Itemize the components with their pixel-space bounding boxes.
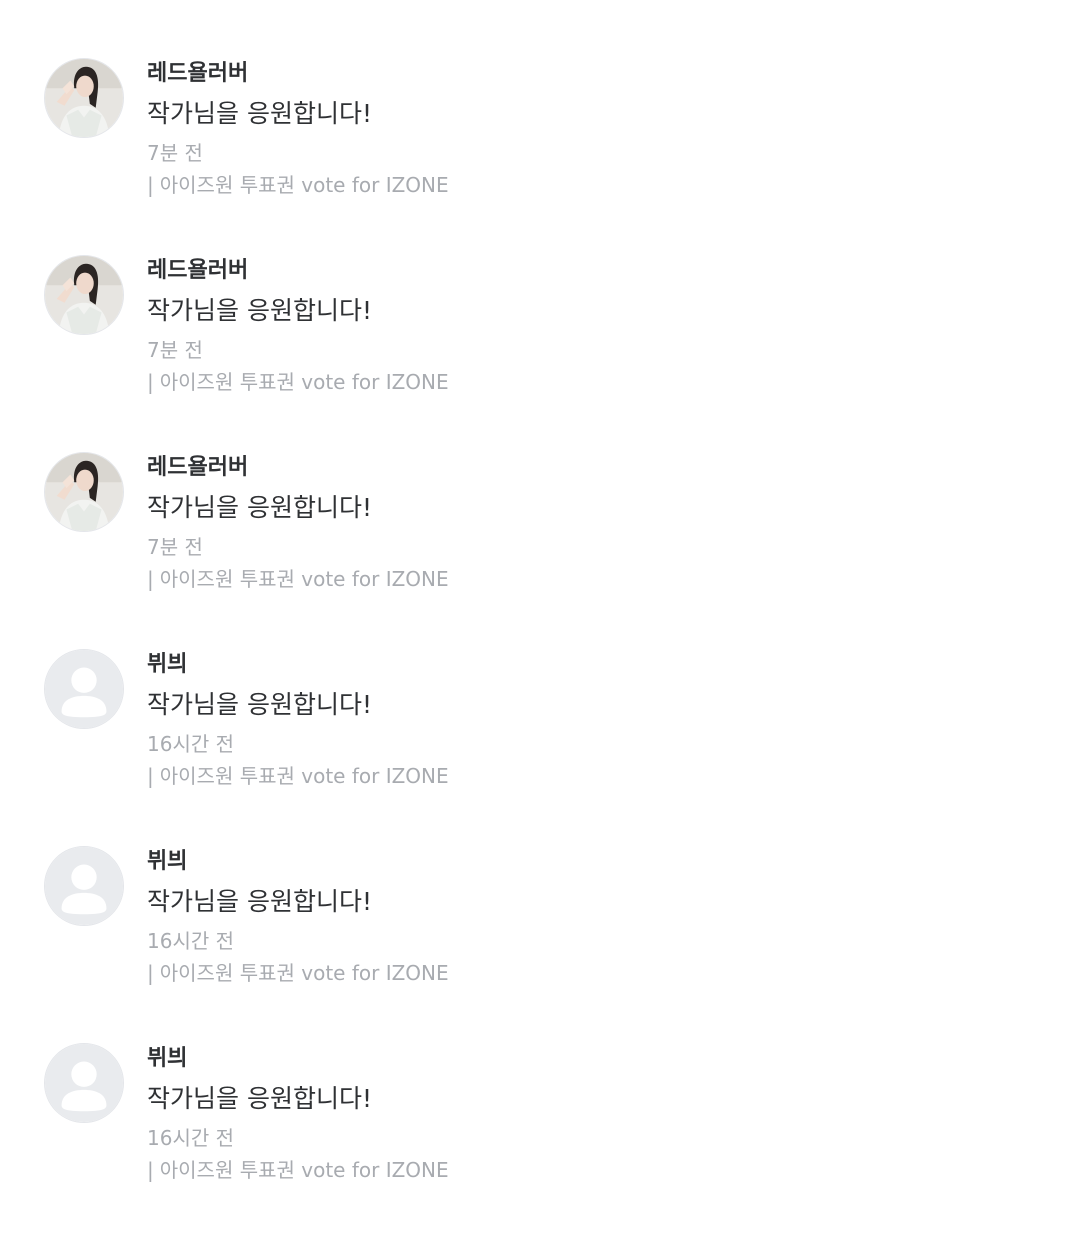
comment-source[interactable]: | 아이즈원 투표권 vote for IZONE (147, 369, 449, 395)
comment-item: 뷔븨 작가님을 응원합니다! 16시간 전 | 아이즈원 투표권 vote for… (0, 1043, 1080, 1233)
source-divider: | (147, 370, 154, 394)
source-divider: | (147, 567, 154, 591)
comment-item: 레드욜러버 작가님을 응원합니다! 7분 전 | 아이즈원 투표권 vote fo… (0, 452, 1080, 642)
comment-timestamp: 7분 전 (147, 535, 203, 559)
comment-username[interactable]: 뷔븨 (147, 651, 187, 679)
source-label: 아이즈원 투표권 vote for IZONE (159, 370, 449, 394)
source-label: 아이즈원 투표권 vote for IZONE (159, 764, 449, 788)
comment-username[interactable]: 레드욜러버 (147, 60, 248, 88)
comment-timestamp: 7분 전 (147, 338, 203, 362)
comment-username[interactable]: 뷔븨 (147, 848, 187, 876)
comment-message: 작가님을 응원합니다! (147, 690, 372, 719)
comment-username[interactable]: 뷔븨 (147, 1045, 187, 1073)
source-label: 아이즈원 투표권 vote for IZONE (159, 173, 449, 197)
default-user-icon[interactable] (44, 846, 124, 926)
comment-source[interactable]: | 아이즈원 투표권 vote for IZONE (147, 960, 449, 986)
comment-timestamp: 16시간 전 (147, 1126, 235, 1150)
comment-timestamp: 7분 전 (147, 141, 203, 165)
source-divider: | (147, 764, 154, 788)
comment-timestamp: 16시간 전 (147, 732, 235, 756)
comment-message: 작가님을 응원합니다! (147, 493, 372, 522)
comment-message: 작가님을 응원합니다! (147, 296, 372, 325)
comment-message: 작가님을 응원합니다! (147, 887, 372, 916)
photo-avatar-icon[interactable] (44, 58, 124, 138)
comment-item: 뷔븨 작가님을 응원합니다! 16시간 전 | 아이즈원 투표권 vote for… (0, 846, 1080, 1036)
comment-username[interactable]: 레드욜러버 (147, 257, 248, 285)
comment-message: 작가님을 응원합니다! (147, 99, 372, 128)
source-label: 아이즈원 투표권 vote for IZONE (159, 1158, 449, 1182)
photo-avatar-icon[interactable] (44, 452, 124, 532)
source-label: 아이즈원 투표권 vote for IZONE (159, 567, 449, 591)
comment-source[interactable]: | 아이즈원 투표권 vote for IZONE (147, 566, 449, 592)
comment-item: 뷔븨 작가님을 응원합니다! 16시간 전 | 아이즈원 투표권 vote for… (0, 649, 1080, 839)
comment-timestamp: 16시간 전 (147, 929, 235, 953)
source-label: 아이즈원 투표권 vote for IZONE (159, 961, 449, 985)
photo-avatar-icon[interactable] (44, 255, 124, 335)
default-user-icon[interactable] (44, 1043, 124, 1123)
source-divider: | (147, 1158, 154, 1182)
comment-username[interactable]: 레드욜러버 (147, 454, 248, 482)
comment-item: 레드욜러버 작가님을 응원합니다! 7분 전 | 아이즈원 투표권 vote fo… (0, 58, 1080, 248)
comment-item: 레드욜러버 작가님을 응원합니다! 7분 전 | 아이즈원 투표권 vote fo… (0, 255, 1080, 445)
source-divider: | (147, 961, 154, 985)
source-divider: | (147, 173, 154, 197)
default-user-icon[interactable] (44, 649, 124, 729)
comment-message: 작가님을 응원합니다! (147, 1084, 372, 1113)
comment-source[interactable]: | 아이즈원 투표권 vote for IZONE (147, 172, 449, 198)
comment-source[interactable]: | 아이즈원 투표권 vote for IZONE (147, 763, 449, 789)
comment-source[interactable]: | 아이즈원 투표권 vote for IZONE (147, 1157, 449, 1183)
